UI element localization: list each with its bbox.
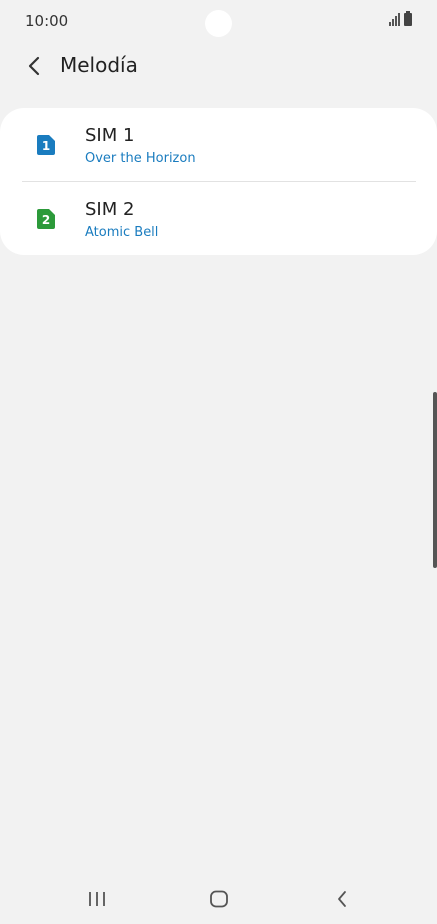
sim-badge: 1 [42,139,50,153]
sim-ringtone: Atomic Bell [85,225,159,240]
back-button[interactable] [18,50,50,82]
nav-back-button[interactable] [322,886,362,912]
recents-icon [89,892,105,906]
back-icon [338,891,346,907]
chevron-left-icon [28,56,40,76]
page-title: Melodía [60,53,138,77]
status-icons [389,11,412,26]
app-header: Melodía [0,44,437,88]
home-button[interactable] [199,886,239,912]
camera-cutout [205,10,232,37]
sim-title: SIM 1 [85,125,135,146]
sim-item-2[interactable]: 2 SIM 2 Atomic Bell [0,182,437,255]
sim-item-1[interactable]: 1 SIM 1 Over the Horizon [0,108,437,181]
battery-icon [404,11,412,26]
signal-icon [389,13,400,26]
sim-card-list: 1 SIM 1 Over the Horizon 2 SIM 2 Atomic … [0,108,437,255]
status-time: 10:00 [25,12,69,30]
sim-card-icon: 1 [37,135,55,155]
recents-button[interactable] [77,886,117,912]
sim-ringtone: Over the Horizon [85,151,196,166]
home-icon [210,890,228,908]
scrollbar-handle[interactable] [433,392,437,568]
sim-title: SIM 2 [85,199,135,220]
sim-card-icon: 2 [37,209,55,229]
navigation-bar [0,874,437,924]
sim-badge: 2 [42,213,50,227]
status-bar: 10:00 [0,0,437,44]
